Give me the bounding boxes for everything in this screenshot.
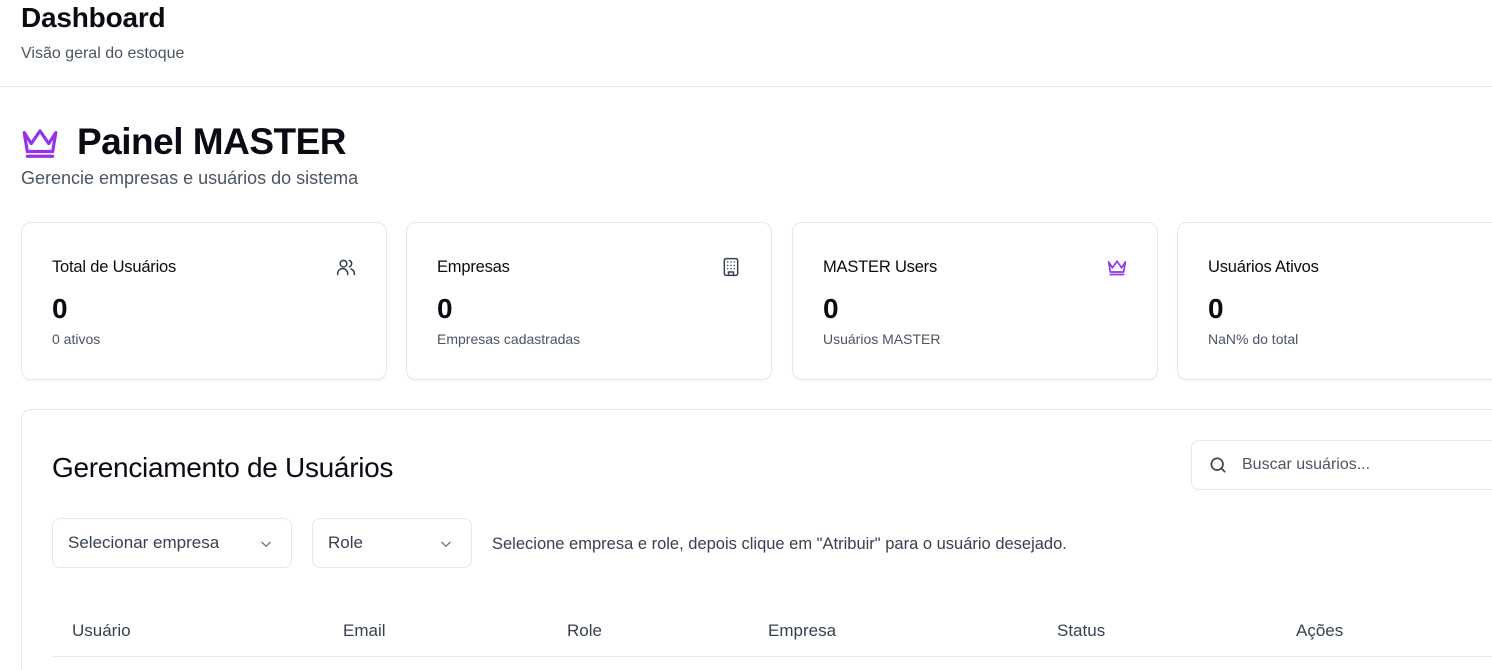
stat-card-title: Usuários Ativos — [1208, 258, 1319, 276]
search-input[interactable] — [1242, 456, 1472, 474]
users-icon — [336, 257, 356, 277]
crown-icon — [1107, 257, 1127, 277]
stat-card-title: MASTER Users — [823, 258, 938, 276]
column-header-status[interactable]: Status — [1057, 621, 1105, 641]
stat-card-companies: Empresas 0 Empresas cadastradas — [406, 222, 772, 380]
column-header-email[interactable]: Email — [343, 621, 386, 641]
assign-hint: Selecione empresa e role, depois clique … — [492, 535, 1067, 553]
panel-title: Gerenciamento de Usuários — [52, 452, 394, 483]
chevron-down-icon — [259, 536, 273, 550]
company-select[interactable]: Selecionar empresa — [52, 518, 292, 568]
role-select[interactable]: Role — [312, 518, 472, 568]
column-header-company[interactable]: Empresa — [768, 621, 836, 641]
top-header: Dashboard Visão geral do estoque — [0, 0, 1492, 87]
search-icon — [1208, 455, 1228, 475]
crown-icon — [21, 123, 59, 161]
stat-card-value: 0 — [823, 293, 839, 324]
stat-card-description: NaN% do total — [1208, 331, 1299, 347]
master-title: Painel MASTER — [77, 121, 347, 162]
column-header-user[interactable]: Usuário — [72, 621, 131, 641]
company-select-value: Selecionar empresa — [68, 533, 220, 552]
column-header-role[interactable]: Role — [567, 621, 602, 641]
stat-card-description: Empresas cadastradas — [437, 331, 581, 347]
stat-card-total-users: Total de Usuários 0 0 ativos — [21, 222, 387, 380]
search-box[interactable] — [1191, 440, 1492, 490]
chevron-down-icon — [439, 536, 453, 550]
stat-card-value: 0 — [52, 293, 68, 324]
page-subtitle: Visão geral do estoque — [21, 45, 185, 62]
stat-card-active-users: Usuários Ativos 0 NaN% do total — [1177, 222, 1492, 380]
role-select-value: Role — [328, 533, 363, 552]
stat-card-value: 0 — [437, 293, 453, 324]
stat-card-title: Empresas — [437, 258, 510, 276]
building-icon — [721, 257, 741, 277]
stat-card-master-users: MASTER Users 0 Usuários MASTER — [792, 222, 1158, 380]
users-table-header: Usuário Email Role Empresa Status Ações — [52, 605, 1492, 657]
stat-card-description: 0 ativos — [52, 331, 101, 347]
user-management-panel: Gerenciamento de Usuários Selecionar emp… — [21, 409, 1492, 670]
master-heading: Painel MASTER — [21, 120, 347, 164]
stat-card-value: 0 — [1208, 293, 1224, 324]
column-header-actions[interactable]: Ações — [1296, 621, 1343, 641]
stat-card-description: Usuários MASTER — [823, 331, 941, 347]
page-title: Dashboard — [21, 2, 166, 33]
stat-card-title: Total de Usuários — [52, 258, 177, 276]
master-subtitle: Gerencie empresas e usuários do sistema — [21, 168, 359, 188]
